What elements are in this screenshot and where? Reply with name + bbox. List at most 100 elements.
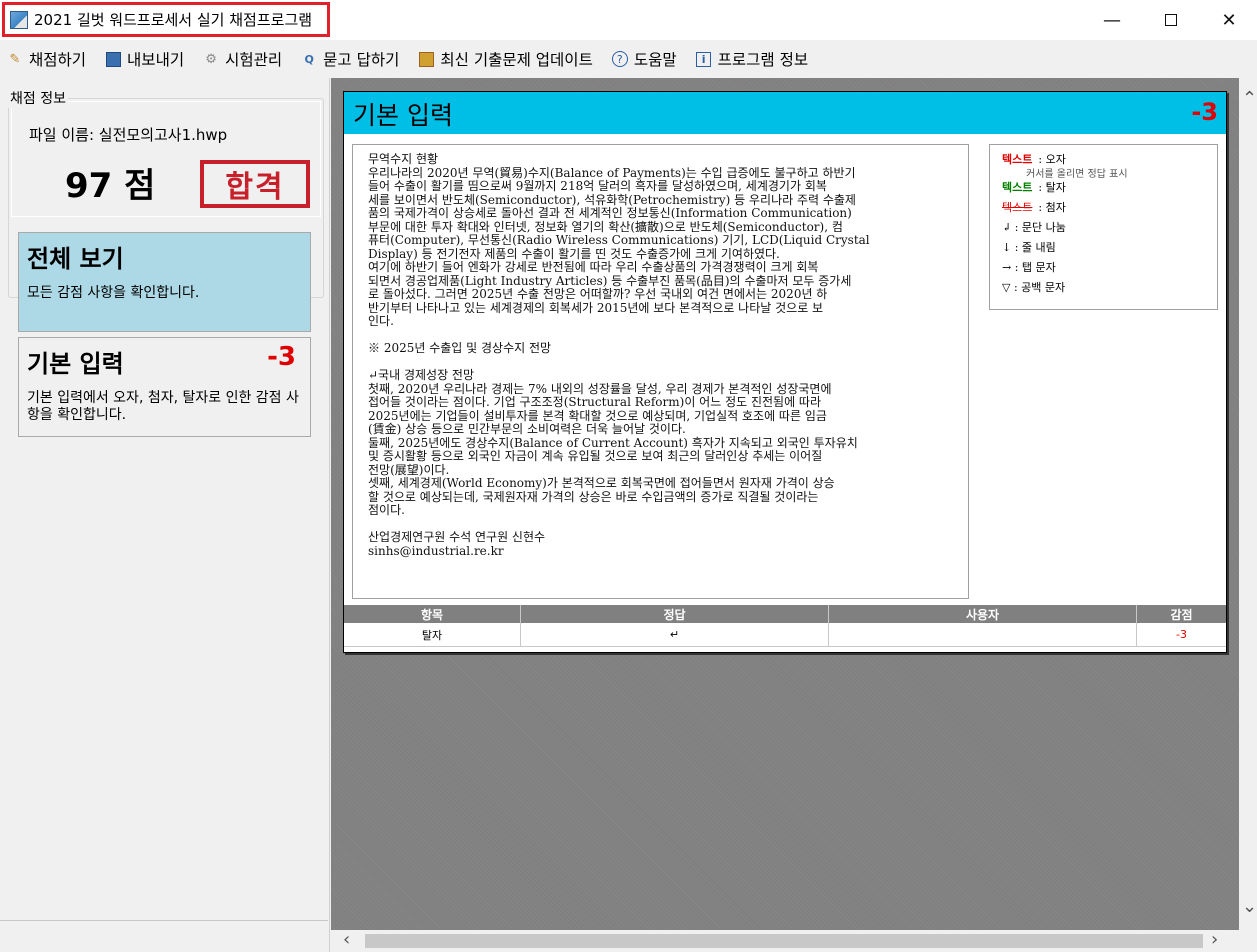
horizontal-scroll-thumb[interactable] (365, 934, 1203, 948)
menu-help[interactable]: ? 도움말 (611, 48, 677, 70)
document-page: 기본 입력 -3 무역수지 현황 우리나라의 2020년 무역(貿易)수지(Bal… (343, 91, 1227, 653)
document-line: (賃金) 상승 등으로 민간부문의 소비여력은 더욱 늘어날 것이다. (368, 422, 686, 436)
card-basic-desc: 기본 입력에서 오자, 첨자, 탈자로 인한 감점 사항을 확인합니다. (27, 390, 299, 423)
menu-info[interactable]: i 프로그램 정보 (695, 48, 809, 70)
menu-update[interactable]: 최신 기출문제 업데이트 (417, 48, 593, 70)
minimize-button[interactable]: — (1083, 0, 1141, 40)
card-all-desc: 모든 감점 사항을 확인합니다. (27, 285, 200, 301)
document-line: 및 증시활황 등으로 외국인 자금이 계속 유입될 것으로 보여 최근의 달러인… (368, 449, 823, 463)
cell-user (829, 623, 1137, 647)
menu-info-label: 프로그램 정보 (717, 51, 809, 69)
menu-grade-label: 채점하기 (29, 51, 87, 69)
legend-extra-sample: 텍스트 (1002, 201, 1033, 214)
legend-missing-sample: 텍스트 (1002, 181, 1033, 194)
document-line: Display) 등 전기전자 제품의 수출이 활기를 띤 것도 수출증가에 크… (368, 246, 780, 261)
document-line: 퓨터(Computer), 무선통신(Radio Wireless Commun… (368, 233, 870, 247)
document-title: 기본 입력 (353, 101, 453, 130)
close-icon: ✕ (1221, 9, 1237, 31)
menu-grade[interactable]: ✎ 채점하기 (6, 48, 87, 70)
col-user: 사용자 (829, 605, 1137, 623)
help-icon: ? (611, 50, 629, 68)
document-line: 첫째, 2020년 우리나라 경제는 7% 내외의 성장률을 달성, 우리 경제… (368, 381, 832, 396)
document-score: -3 (1191, 98, 1218, 126)
title-highlight: 2021 길벗 워드프로세서 실기 채점프로그램 (2, 2, 330, 37)
detail-panel: 기본 입력 -3 무역수지 현황 우리나라의 2020년 무역(貿易)수지(Bal… (331, 78, 1239, 930)
col-deduct: 감점 (1170, 607, 1193, 622)
document-line: 전망(展望)이다. (368, 462, 450, 477)
cell-item: 탈자 (344, 623, 521, 647)
card-all-title: 전체 보기 (27, 245, 124, 273)
col-item: 항목 (344, 605, 521, 623)
cell-deduct: -3 (1137, 623, 1226, 647)
document-line: 세를 보이면서 반도체(Semiconductor), 석유화학(Petroch… (368, 192, 856, 207)
document-line: 접어들 것이라는 점이다. 기업 구조조정(Structural Reform)… (368, 395, 822, 409)
settings-icon: ⚙ (205, 51, 217, 67)
legend-tab: → : 탭 문자 (1002, 261, 1056, 274)
legend-extra: 텍스트 : 첨자 (1002, 199, 1217, 219)
qa-icon: Q (304, 52, 314, 66)
save-icon (104, 50, 122, 68)
info-icon: i (695, 50, 713, 68)
document-line: 반기부터 나타나고 있는 세계경제의 회복세가 2015년에 보다 본격적으로 … (368, 300, 824, 315)
document-line: 되면서 경공업제품(Light Industry Articles) 등 수출부… (368, 273, 852, 288)
pencil-icon: ✎ (9, 51, 21, 67)
scroll-down-icon[interactable]: ⌄ (1242, 896, 1257, 917)
document-line: 점이다. (368, 503, 405, 517)
menu-export[interactable]: 내보내기 (104, 48, 184, 70)
document-line: 품의 국제가격이 상승세로 돌아선 결과 전 세계적인 정보통신(Informa… (368, 206, 852, 220)
menu-qa[interactable]: Q 묻고 답하기 (300, 48, 399, 70)
left-panel: 파일 이름: 실전모의고사1.hwp 97 점 합격 채점 정보 전체 보기 모… (0, 78, 330, 952)
document-line: 로 돌아섰다. 그러면 2025년 수출 전망은 어떠할까? 우선 국내외 여건… (368, 287, 828, 301)
card-basic-score: -3 (267, 342, 296, 372)
document-line: sinhs@industrial.re.kr (368, 543, 504, 558)
menu-update-label: 최신 기출문제 업데이트 (440, 51, 593, 69)
document-header: 기본 입력 -3 (344, 92, 1226, 134)
maximize-button[interactable] (1142, 0, 1200, 40)
card-basic-title: 기본 입력 (27, 350, 124, 378)
pass-stamp: 합격 (200, 160, 310, 208)
horizontal-scrollbar[interactable]: ‹ › (331, 929, 1239, 952)
legend-missing: 텍스트 : 탈자 (1002, 179, 1217, 199)
legend-space: ▽ : 공백 문자 (1002, 281, 1066, 294)
document-line: ※ 2025년 수출입 및 경상수지 전망 (368, 341, 552, 355)
legend-extra-label: : 첨자 (1038, 201, 1066, 214)
scroll-left-icon[interactable]: ‹ (343, 929, 350, 950)
document-line: 우리나라의 2020년 무역(貿易)수지(Balance of Payments… (368, 165, 856, 180)
table-row[interactable]: 탈자 ↵ -3 (344, 623, 1226, 647)
menu-exam-label: 시험관리 (225, 51, 283, 69)
menu-help-label: 도움말 (633, 51, 677, 69)
gift-icon (417, 50, 435, 68)
document-line: 부문에 대한 투자 확대와 인터넷, 정보화 열기의 확산(擴散)으로 반도체(… (368, 219, 843, 234)
table-header: 항목 정답 사용자 감점 (344, 605, 1226, 623)
scroll-up-icon[interactable]: ⌃ (1242, 88, 1257, 109)
document-line: 인다. (368, 314, 394, 328)
cell-answer: ↵ (521, 623, 829, 647)
score-info-inner: 파일 이름: 실전모의고사1.hwp 97 점 합격 (11, 101, 321, 217)
maximize-icon (1165, 14, 1177, 26)
document-line: 셋째, 세계경제(World Economy)가 본격적으로 회복국면에 접어들… (368, 476, 835, 490)
document-line: 할 것으로 예상되는데, 국제원자재 가격의 상승은 바로 수입금액의 증가로 … (368, 489, 819, 504)
deduction-table: 항목 정답 사용자 감점 탈자 ↵ -3 (344, 605, 1226, 647)
document-line: 2025년에는 기업들이 설비투자를 본격 확대할 것으로 예상되며, 기업실적… (368, 408, 827, 423)
col-answer: 정답 (521, 605, 829, 623)
legend-line: ↓ : 줄 내림 (1002, 241, 1056, 254)
document-line: 여기에 하반기 들어 엔화가 강세로 반전됨에 따라 우리 수출상품의 가격경쟁… (368, 260, 819, 274)
scroll-right-icon[interactable]: › (1211, 929, 1218, 950)
document-line: 둘째, 2025년에도 경상수지(Balance of Current Acco… (368, 435, 858, 450)
window-title: 2021 길벗 워드프로세서 실기 채점프로그램 (34, 11, 313, 29)
document-line: 산업경제연구원 수석 연구원 신현수 (368, 530, 546, 544)
menu-exam[interactable]: ⚙ 시험관리 (202, 48, 282, 70)
menu-export-label: 내보내기 (127, 51, 185, 69)
close-button[interactable]: ✕ (1200, 0, 1257, 40)
card-basic-input[interactable]: 기본 입력 -3 기본 입력에서 오자, 첨자, 탈자로 인한 감점 사항을 확… (18, 337, 311, 437)
card-all-view[interactable]: 전체 보기 모든 감점 사항을 확인합니다. (18, 232, 311, 332)
score-info-legend: 채점 정보 (8, 88, 68, 108)
document-line: 무역수지 현황 (368, 152, 439, 166)
mark-legend: 텍스트 : 오자 커서를 올리면 정답 표시 텍스트 : 탈자 텍스트 : 첨자… (989, 144, 1218, 310)
minimize-icon: — (1103, 9, 1121, 31)
total-score: 97 점 (65, 166, 156, 206)
title-bar: 2021 길벗 워드프로세서 실기 채점프로그램 — ✕ (0, 0, 1257, 40)
vertical-scrollbar[interactable]: ⌃ ⌄ (1239, 78, 1257, 930)
